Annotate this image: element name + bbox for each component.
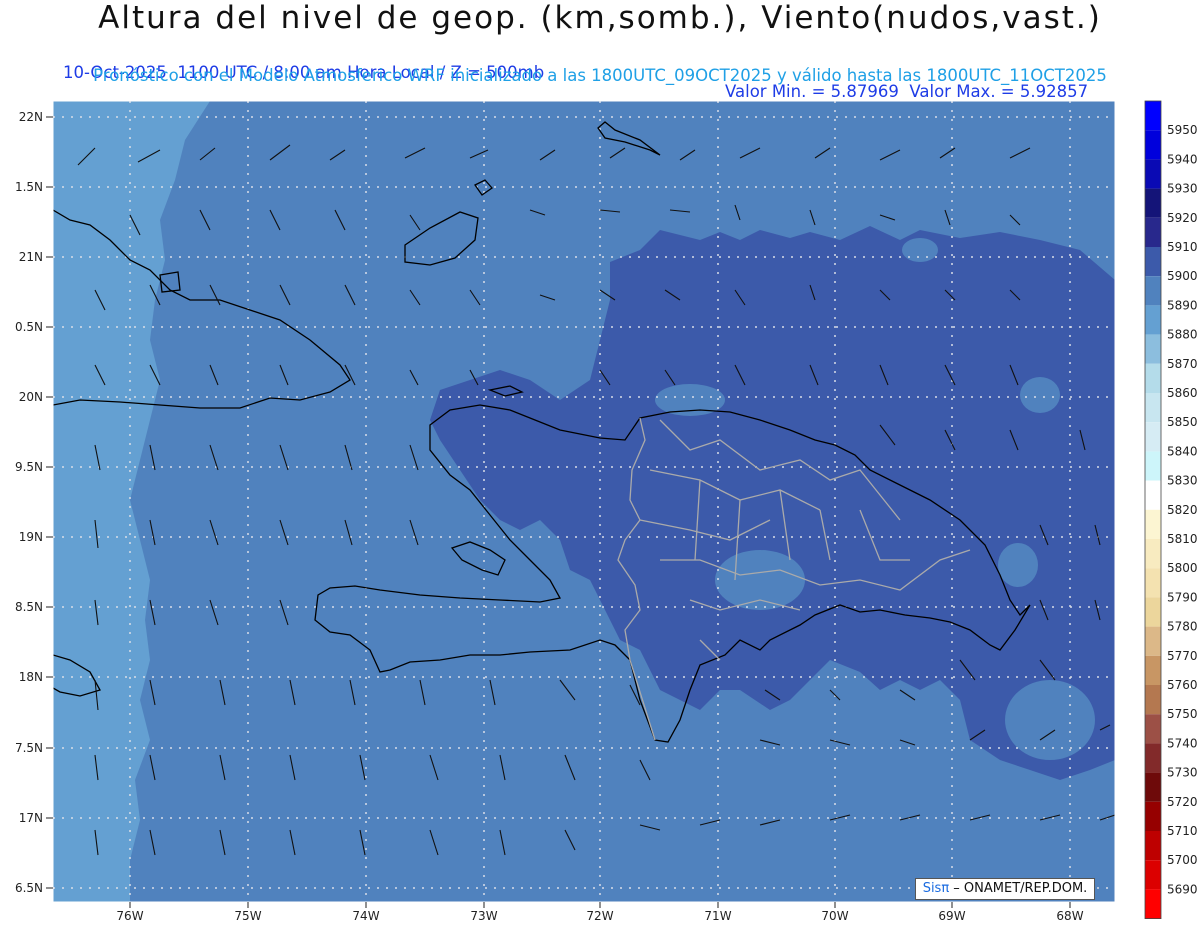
lon-label: 71W <box>704 909 731 923</box>
colorbar-swatch <box>1145 393 1161 423</box>
colorbar-swatch <box>1145 188 1161 218</box>
colorbar-swatch <box>1145 451 1161 481</box>
colorbar-label: 5740 <box>1167 736 1198 750</box>
colorbar-label: 5810 <box>1167 532 1198 546</box>
colorbar-label: 5720 <box>1167 795 1198 809</box>
colorbar-swatch <box>1145 305 1161 335</box>
colorbar-swatch <box>1145 655 1161 685</box>
colorbar-swatch <box>1145 772 1161 802</box>
colorbar-label: 5850 <box>1167 415 1198 429</box>
colorbar-swatch <box>1145 101 1161 131</box>
colorbar-swatch <box>1145 801 1161 831</box>
lat-label: 6.5N <box>15 881 43 895</box>
credit-box: Sisπ – ONAMET/REP.DOM. <box>915 878 1095 900</box>
colorbar-label: 5940 <box>1167 152 1198 166</box>
colorbar-label: 5950 <box>1167 123 1198 137</box>
colorbar-label: 5880 <box>1167 328 1198 342</box>
lon-label: 74W <box>352 909 379 923</box>
lon-label: 69W <box>938 909 965 923</box>
colorbar-label: 5910 <box>1167 240 1198 254</box>
shade-5890-pocket <box>902 238 938 262</box>
colorbar-swatch <box>1145 276 1161 306</box>
map-title: Altura del nivel de geop. (km,somb.), Vi… <box>98 0 1102 36</box>
colorbar-swatch <box>1145 509 1161 539</box>
lat-label: 0.5N <box>15 320 43 334</box>
lon-label: 73W <box>470 909 497 923</box>
lat-label: 21N <box>19 250 43 264</box>
colorbar-swatch <box>1145 247 1161 277</box>
model-info: Pronóstico con el Modelo Atmosferico WRF… <box>93 66 1107 85</box>
colorbar-label: 5930 <box>1167 182 1198 196</box>
colorbar-swatch <box>1145 889 1161 919</box>
lat-label: 9.5N <box>15 460 43 474</box>
colorbar-swatch <box>1145 831 1161 861</box>
colorbar-label: 5790 <box>1167 590 1198 604</box>
colorbar-label: 5800 <box>1167 561 1198 575</box>
colorbar-label: 5860 <box>1167 386 1198 400</box>
colorbar-swatch <box>1145 568 1161 598</box>
lon-label: 76W <box>116 909 143 923</box>
shade-5890-pocket <box>1005 680 1095 760</box>
colorbar-swatch <box>1145 480 1161 510</box>
lat-label: 17N <box>19 811 43 825</box>
lat-axis: 22N 1.5N 21N 0.5N 20N 9.5N 19N 8.5N 18N … <box>15 110 53 895</box>
colorbar-label: 5780 <box>1167 620 1198 634</box>
colorbar-label: 5760 <box>1167 678 1198 692</box>
colorbar-swatch <box>1145 743 1161 773</box>
shade-5890-pocket <box>715 550 805 610</box>
lon-label: 72W <box>586 909 613 923</box>
colorbar-swatch <box>1145 626 1161 656</box>
colorbar-swatch <box>1145 334 1161 364</box>
colorbar-label: 5730 <box>1167 766 1198 780</box>
shade-5890-pocket <box>998 543 1038 587</box>
colorbar-swatch <box>1145 860 1161 890</box>
lat-label: 20N <box>19 390 43 404</box>
lat-label: 8.5N <box>15 600 43 614</box>
colorbar-label: 5750 <box>1167 707 1198 721</box>
colorbar-label: 5820 <box>1167 503 1198 517</box>
lat-label: 1.5N <box>15 180 43 194</box>
colorbar-label: 5690 <box>1167 882 1198 896</box>
colorbar-label: 5830 <box>1167 474 1198 488</box>
lon-label: 75W <box>234 909 261 923</box>
lat-label: 19N <box>19 530 43 544</box>
colorbar-label: 5770 <box>1167 649 1198 663</box>
lon-axis: 76W 75W 74W 73W 72W 71W 70W 69W 68W <box>116 902 1084 923</box>
lon-label: 68W <box>1056 909 1083 923</box>
colorbar-swatch <box>1145 539 1161 569</box>
colorbar-label: 5840 <box>1167 444 1198 458</box>
shade-5890-pocket <box>1020 377 1060 413</box>
colorbar-swatch <box>1145 217 1161 247</box>
lon-label: 70W <box>821 909 848 923</box>
lat-label: 18N <box>19 670 43 684</box>
colorbar-label: 5890 <box>1167 298 1198 312</box>
colorbar-label: 5710 <box>1167 824 1198 838</box>
lat-label: 22N <box>19 110 43 124</box>
colorbar-swatch <box>1145 685 1161 715</box>
sispi-logo-text: Sisπ <box>922 881 950 896</box>
lat-label: 7.5N <box>15 741 43 755</box>
colorbar-label: 5920 <box>1167 211 1198 225</box>
colorbar-swatch <box>1145 130 1161 160</box>
credit-text: – ONAMET/REP.DOM. <box>949 881 1088 896</box>
colorbar-label: 5700 <box>1167 853 1198 867</box>
colorbar-label: 5870 <box>1167 357 1198 371</box>
colorbar-swatch <box>1145 597 1161 627</box>
colorbar-swatch <box>1145 714 1161 744</box>
colorbar-swatch <box>1145 422 1161 452</box>
colorbar: 5950 5940 5930 5920 5910 5900 5890 5880 5870 5860… <box>1144 100 1198 919</box>
colorbar-swatch <box>1145 363 1161 393</box>
colorbar-swatch <box>1145 159 1161 189</box>
colorbar-label: 5900 <box>1167 269 1198 283</box>
forecast-map: 22N 1.5N 21N 0.5N 20N 9.5N 19N 8.5N 18N … <box>15 100 1198 923</box>
